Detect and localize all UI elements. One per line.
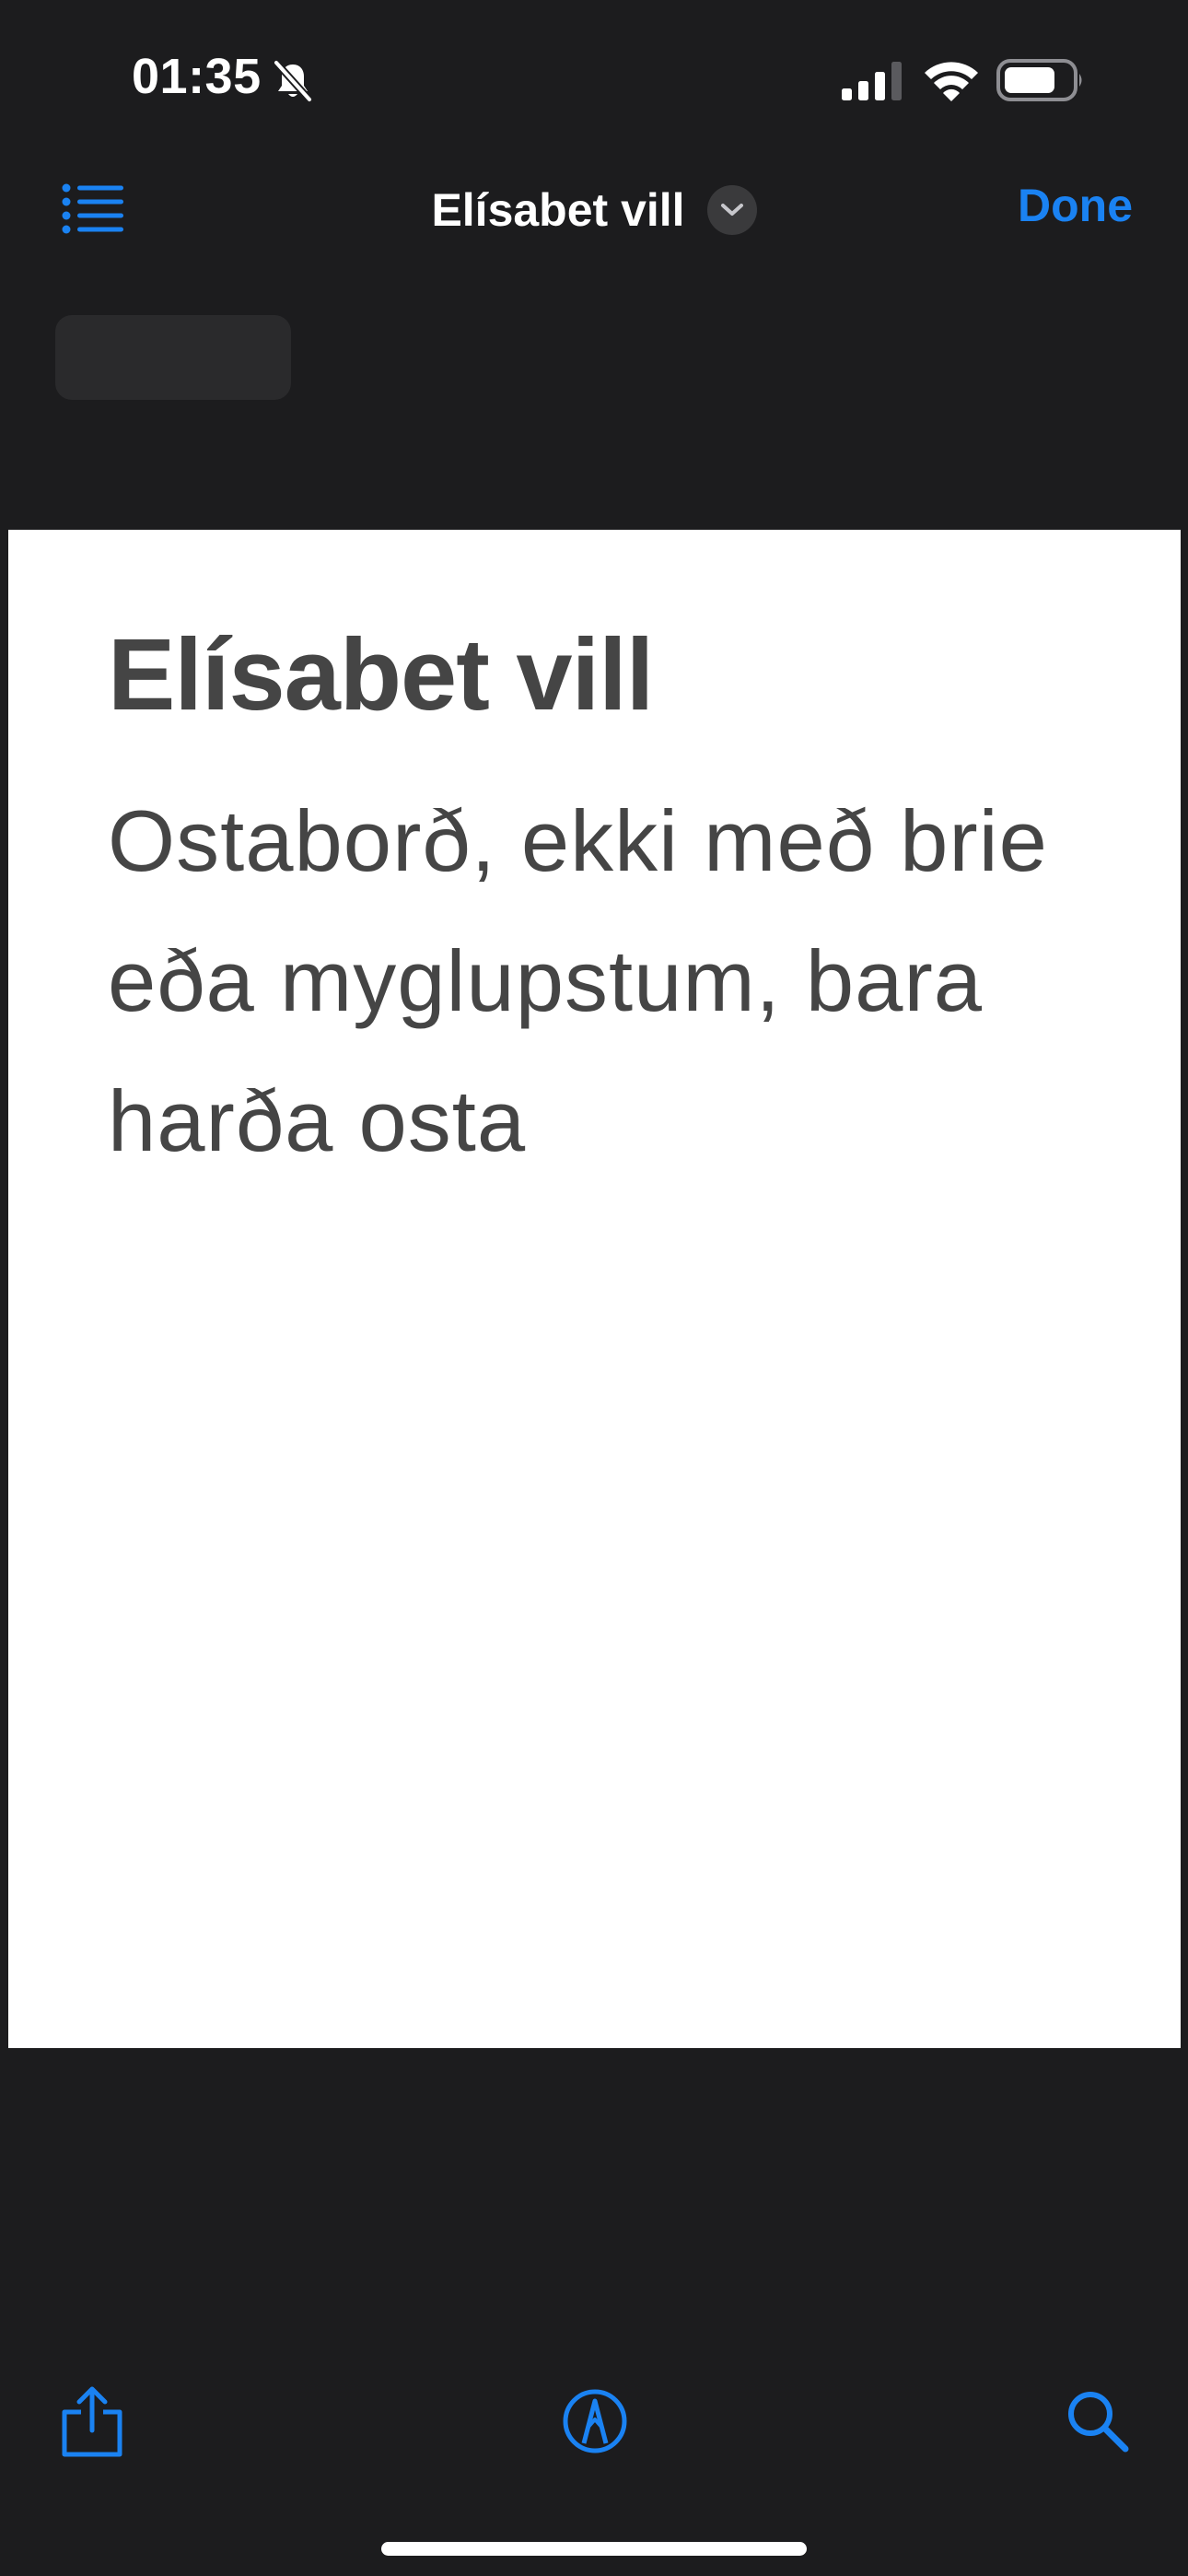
cellular-signal-icon bbox=[842, 62, 902, 100]
document-title-menu[interactable]: Elísabet vill bbox=[0, 175, 1188, 245]
wifi-icon bbox=[925, 62, 978, 101]
search-button[interactable] bbox=[1065, 2388, 1131, 2454]
pdf-markup-screen: 01:35 Elísabet vill Done Elísabet vill O… bbox=[0, 0, 1188, 2576]
status-time: 01:35 bbox=[132, 49, 262, 104]
markup-pen-icon bbox=[563, 2389, 627, 2453]
done-button[interactable]: Done bbox=[1018, 179, 1133, 232]
blurred-toolbar-chip bbox=[55, 315, 291, 400]
title-menu-button[interactable] bbox=[706, 185, 757, 235]
nav-title: Elísabet vill bbox=[431, 184, 685, 236]
share-icon bbox=[62, 2386, 122, 2457]
home-indicator bbox=[381, 2542, 807, 2556]
share-button[interactable] bbox=[57, 2384, 127, 2458]
search-icon bbox=[1068, 2392, 1129, 2453]
battery-icon bbox=[996, 59, 1082, 101]
markup-button[interactable] bbox=[562, 2388, 628, 2454]
document-page[interactable]: Elísabet vill Ostaborð, ekki með brie eð… bbox=[8, 530, 1181, 2048]
document-body: Ostaborð, ekki með brie eða myglupstum, … bbox=[108, 792, 1048, 1169]
document-title: Elísabet vill bbox=[108, 618, 654, 732]
status-bar: 01:35 bbox=[0, 0, 1188, 157]
chevron-down-icon bbox=[720, 204, 743, 216]
bell-slash-icon bbox=[274, 60, 312, 102]
